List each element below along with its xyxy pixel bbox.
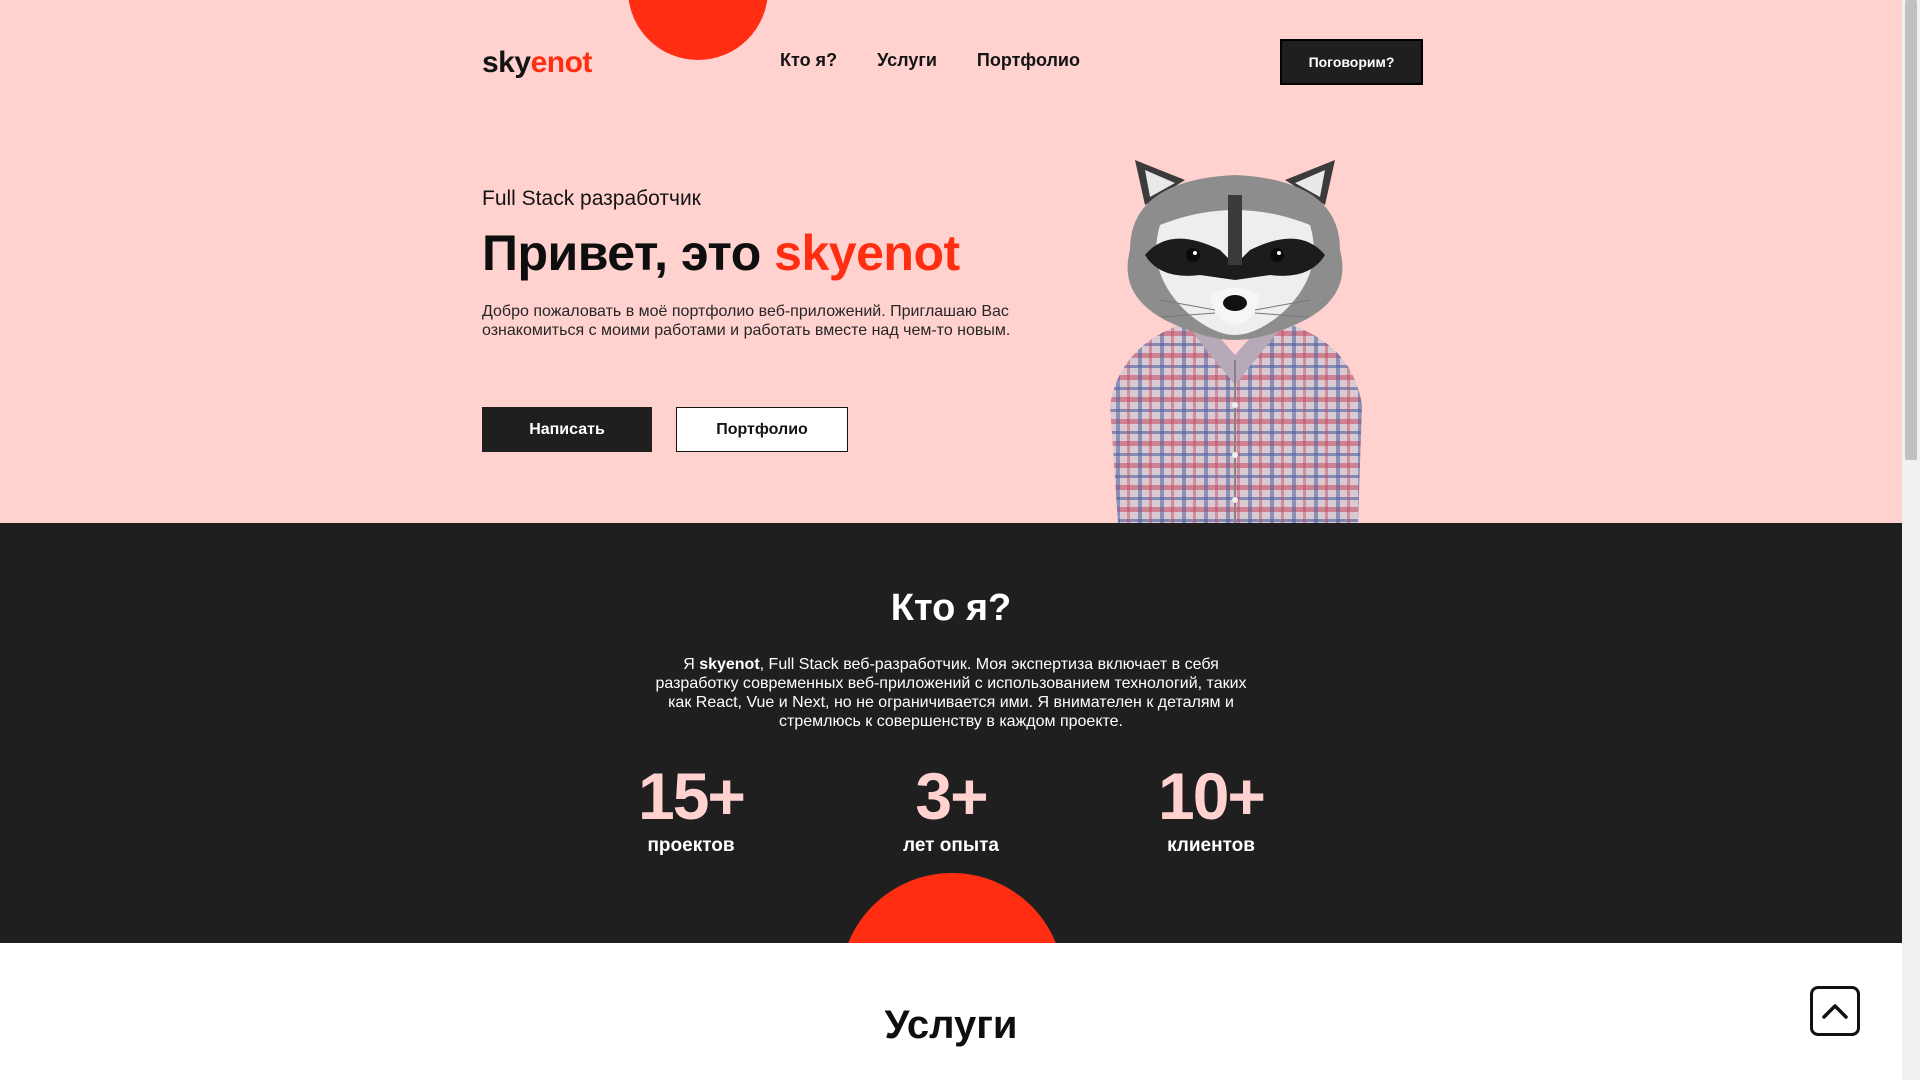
- stat-label: проектов: [647, 835, 735, 856]
- stat-value: 15+: [638, 759, 746, 833]
- logo[interactable]: skyenot: [482, 46, 592, 80]
- about-text-prefix: Я: [683, 656, 700, 673]
- raccoon-illustration: [1110, 160, 1362, 523]
- hero-title-prefix: Привет, это: [482, 225, 775, 281]
- hero-section: skyenot Кто я? Услуги Портфолио Поговори…: [0, 0, 1902, 523]
- chevron-up-icon: [1822, 1004, 1848, 1019]
- hero-title: Привет, это skyenot: [482, 224, 960, 282]
- about-title: Кто я?: [890, 587, 1012, 629]
- lets-talk-button[interactable]: Поговорим?: [1280, 39, 1423, 85]
- stat-value: 10+: [1158, 759, 1266, 833]
- hero-description: Добро пожаловать в моё портфолио веб-при…: [482, 303, 1011, 339]
- stat-clients: 10+ клиентов: [1101, 763, 1321, 857]
- logo-part-sky: sky: [482, 46, 531, 79]
- write-button[interactable]: Написать: [482, 407, 652, 452]
- stat-experience: 3+ лет опыта: [841, 763, 1061, 857]
- hero-subtitle: Full Stack разработчик: [482, 187, 701, 210]
- stat-label: клиентов: [1167, 835, 1255, 856]
- hero-title-accent: skyenot: [774, 225, 960, 281]
- decorative-circle-top: [628, 0, 768, 60]
- portfolio-button[interactable]: Портфолио: [676, 407, 848, 452]
- nav-item-services[interactable]: Услуги: [877, 50, 937, 71]
- stat-value: 3+: [915, 759, 988, 833]
- scroll-to-top-button[interactable]: [1810, 986, 1860, 1036]
- logo-part-enot: enot: [530, 46, 593, 79]
- about-text: Я skyenot, Full Stack веб-разработчик. М…: [645, 655, 1257, 731]
- main-nav: Кто я? Услуги Портфолио: [780, 50, 1080, 71]
- page: skyenot Кто я? Услуги Портфолио Поговори…: [0, 0, 1902, 1080]
- services-title: Услуги: [884, 1003, 1018, 1047]
- page-scrollbar[interactable]: [1902, 0, 1920, 1080]
- nav-item-portfolio[interactable]: Портфолио: [977, 50, 1080, 71]
- about-section: Кто я? Я skyenot, Full Stack веб-разрабо…: [0, 523, 1902, 943]
- nav-item-about[interactable]: Кто я?: [780, 50, 837, 71]
- decorative-circle-bottom: [840, 873, 1064, 943]
- about-text-name: skyenot: [699, 656, 760, 673]
- stat-label: лет опыта: [903, 835, 999, 856]
- scrollbar-thumb[interactable]: [1905, 0, 1917, 460]
- stat-projects: 15+ проектов: [581, 763, 801, 857]
